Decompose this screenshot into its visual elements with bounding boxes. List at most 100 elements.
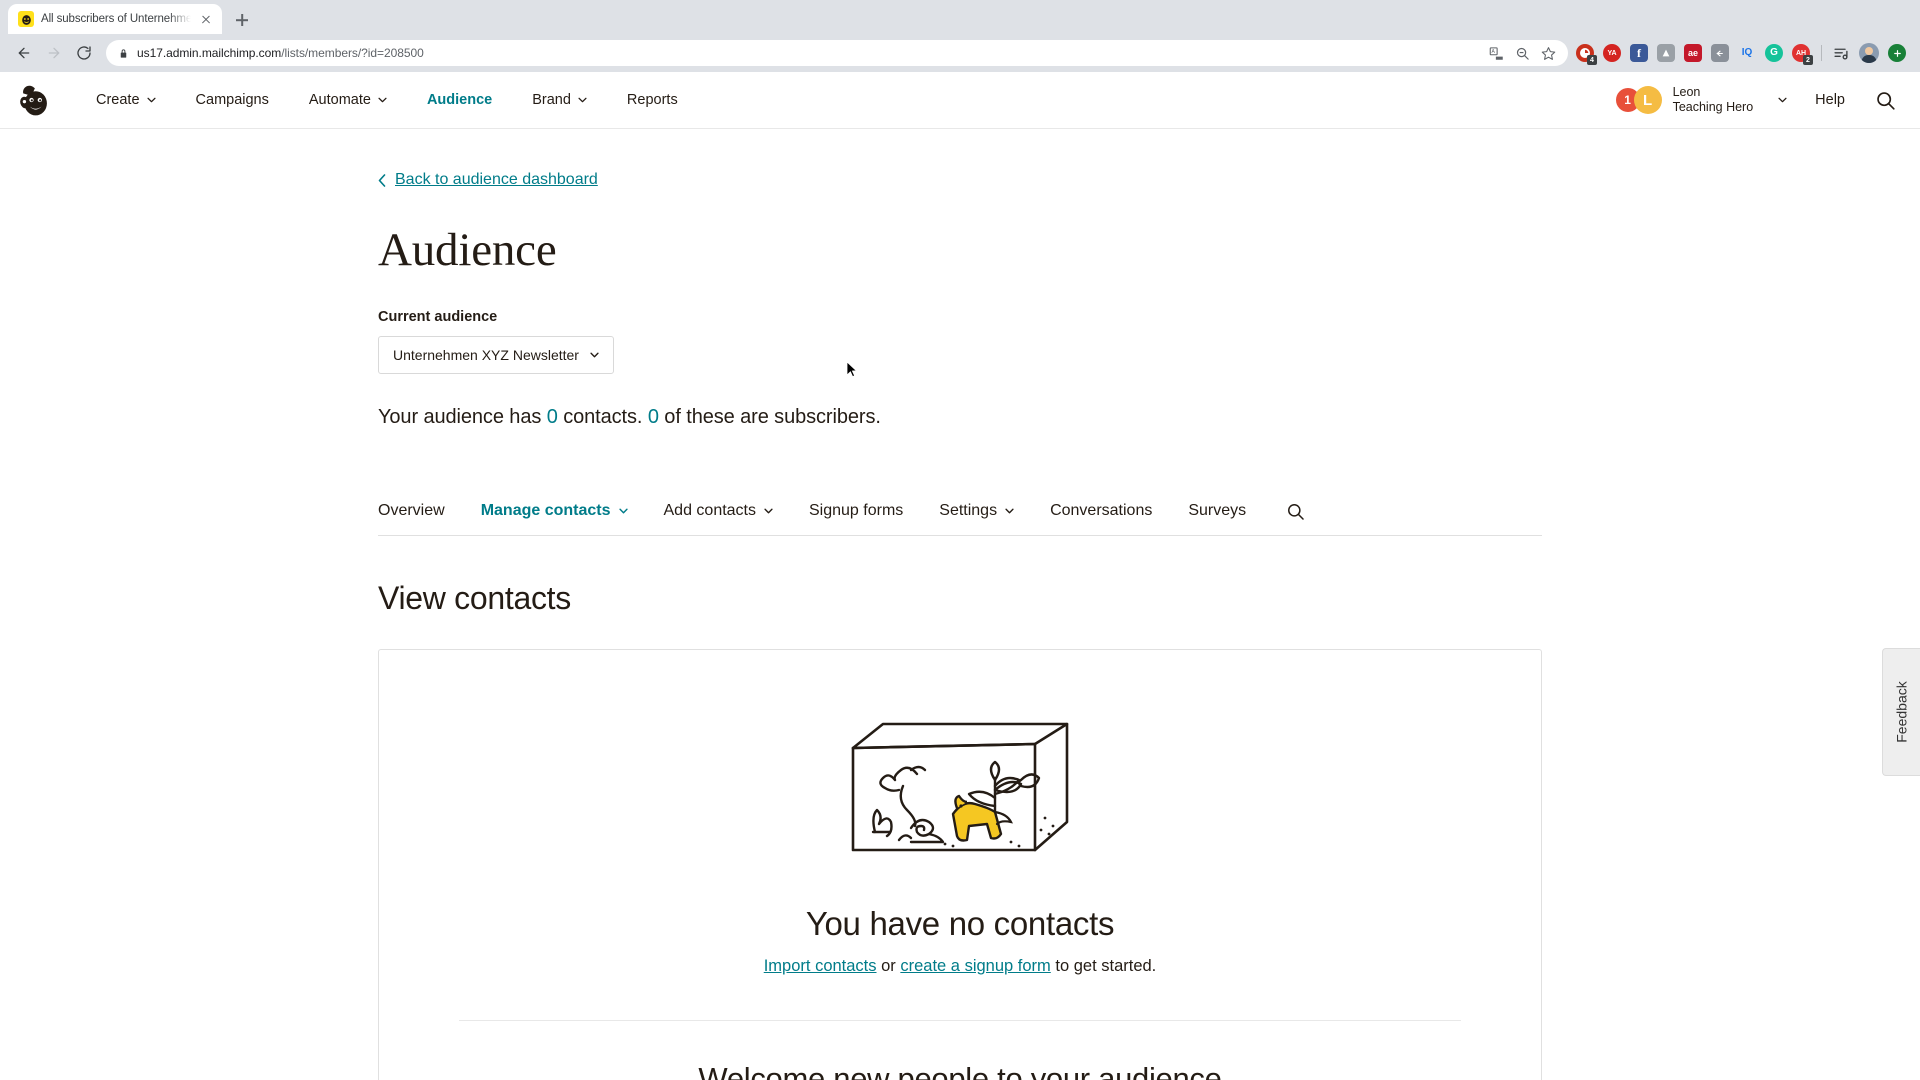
facebook-pixel-icon[interactable]: f — [1630, 44, 1648, 62]
tab-conversations[interactable]: Conversations — [1032, 502, 1170, 520]
tab-label: Overview — [378, 502, 445, 519]
yandex-icon[interactable]: YA — [1603, 44, 1621, 62]
browser-chrome: All subscribers of Unternehme us17.admin… — [0, 0, 1920, 72]
tab-label: Surveys — [1188, 502, 1247, 519]
toolbar-divider — [1821, 45, 1822, 61]
avatar-initial: L — [1633, 86, 1662, 114]
reload-icon[interactable] — [70, 39, 98, 67]
create-signup-form-link[interactable]: create a signup form — [900, 957, 1050, 975]
nav-label: Reports — [626, 92, 678, 108]
tab-label: Conversations — [1050, 502, 1153, 519]
chevron-down-icon — [146, 97, 156, 103]
nav-item-brand[interactable]: Brand — [512, 92, 607, 108]
back-arrow-icon[interactable] — [10, 39, 38, 67]
mailchimp-main-nav: Create Campaigns Automate Audience Brand… — [76, 92, 698, 108]
url-host: us17.admin.mailchimp.com — [137, 46, 282, 60]
nav-item-audience[interactable]: Audience — [407, 92, 512, 108]
content-column: Back to audience dashboard Audience Curr… — [378, 129, 1542, 1080]
iq-extension-icon[interactable]: IQ — [1738, 44, 1756, 62]
audience-tabs: Overview Manage contacts Add contacts Si… — [378, 502, 1542, 536]
close-icon[interactable] — [198, 11, 214, 27]
pocket-extension-icon[interactable] — [1711, 44, 1729, 62]
tab-label: Settings — [939, 502, 998, 519]
tab-label: Signup forms — [809, 502, 904, 519]
stats-prefix: Your audience has — [378, 405, 547, 428]
page-title: Audience — [378, 223, 557, 276]
forward-arrow-icon[interactable] — [40, 39, 68, 67]
ahrefs-extension-icon[interactable]: AH 2 — [1792, 44, 1813, 65]
new-tab-button[interactable] — [228, 6, 256, 34]
chevron-down-icon — [1778, 97, 1787, 103]
browser-tab[interactable]: All subscribers of Unternehme — [8, 4, 222, 34]
account-names: Leon Teaching Hero — [1673, 85, 1754, 115]
tab-label: Manage contacts — [480, 502, 611, 519]
import-contacts-link[interactable]: Import contacts — [764, 957, 877, 975]
browser-tabstrip: All subscribers of Unternehme — [0, 0, 1920, 34]
reading-list-icon[interactable] — [1833, 45, 1850, 62]
page-body: Back to audience dashboard Audience Curr… — [0, 129, 1920, 1080]
stats-suffix: of these are subscribers. — [658, 405, 881, 428]
current-audience-label: Current audience — [378, 308, 498, 325]
extensions-row: 4 YA f ae IQ G AH 2 — [1576, 43, 1910, 65]
tab-settings[interactable]: Settings — [921, 502, 1032, 520]
avatar: 1 L — [1615, 86, 1662, 114]
translate-icon[interactable]: A — [1489, 46, 1504, 61]
welcome-section-title: Welcome new people to your audience — [698, 1060, 1222, 1080]
tab-add-contacts[interactable]: Add contacts — [646, 502, 792, 520]
adobe-extension-icon[interactable]: ae — [1684, 44, 1702, 62]
nav-item-campaigns[interactable]: Campaigns — [176, 92, 289, 108]
omnibox-actions: A — [1489, 46, 1556, 61]
tab-signup-forms[interactable]: Signup forms — [791, 502, 921, 520]
nav-item-automate[interactable]: Automate — [289, 92, 407, 108]
feedback-label: Feedback — [1893, 681, 1910, 743]
grey-extension-icon[interactable] — [1657, 44, 1675, 62]
chevron-down-icon — [618, 508, 628, 514]
browser-tab-title: All subscribers of Unternehme — [41, 13, 191, 25]
empty-state-card: You have no contacts Import contacts or … — [378, 648, 1542, 1080]
extension-badge: 4 — [1587, 55, 1597, 65]
url-path: /lists/members/?id=208500 — [281, 46, 424, 60]
lock-icon — [118, 47, 129, 60]
chevron-down-icon — [1005, 508, 1014, 514]
svg-text:A: A — [1492, 48, 1496, 54]
nav-label: Campaigns — [195, 92, 269, 108]
tab-overview[interactable]: Overview — [378, 502, 463, 520]
empty-state-subtitle: Import contacts or create a signup form … — [419, 957, 1501, 976]
mailchimp-header: Create Campaigns Automate Audience Brand… — [0, 72, 1920, 129]
back-to-audience-dashboard-link[interactable]: Back to audience dashboard — [378, 171, 598, 189]
mailchimp-freddie-logo[interactable] — [14, 80, 54, 120]
help-link[interactable]: Help — [1815, 92, 1845, 108]
nav-label: Automate — [308, 92, 371, 108]
bookmark-star-icon[interactable] — [1541, 46, 1556, 61]
section-title: View contacts — [378, 579, 571, 616]
tab-surveys[interactable]: Surveys — [1170, 502, 1264, 520]
profile-avatar-icon[interactable] — [1859, 43, 1879, 63]
back-link-label: Back to audience dashboard — [395, 171, 598, 188]
empty-state-title: You have no contacts — [805, 904, 1115, 942]
chevron-left-icon — [378, 173, 386, 187]
ublock-origin-icon[interactable]: 4 — [1576, 44, 1597, 65]
account-second-line: Teaching Hero — [1672, 100, 1754, 114]
tab-label: Add contacts — [663, 502, 757, 519]
audience-select[interactable]: Unternehmen XYZ Newsletter — [378, 335, 614, 374]
account-menu[interactable]: 1 L Leon Teaching Hero — [1615, 85, 1788, 115]
grammarly-icon[interactable]: G — [1765, 44, 1783, 62]
tab-manage-contacts[interactable]: Manage contacts — [463, 502, 646, 520]
feedback-tab[interactable]: Feedback — [1882, 648, 1920, 776]
search-icon[interactable] — [1875, 90, 1896, 111]
chrome-menu-icon[interactable] — [1888, 44, 1906, 62]
mailchimp-favicon — [18, 11, 34, 27]
nav-item-reports[interactable]: Reports — [607, 92, 698, 108]
account-first-line: Leon — [1672, 85, 1701, 99]
zoom-icon[interactable] — [1515, 46, 1530, 61]
chevron-down-icon — [578, 97, 587, 103]
url-bar[interactable]: us17.admin.mailchimp.com/lists/members/?… — [106, 40, 1568, 66]
subscribers-count: 0 — [647, 405, 659, 428]
audience-select-value: Unternehmen XYZ Newsletter — [393, 346, 579, 363]
terrarium-illustration — [851, 722, 1069, 851]
card-divider — [459, 1019, 1461, 1021]
nav-label: Create — [96, 92, 140, 108]
nav-item-create[interactable]: Create — [76, 92, 176, 108]
search-icon[interactable] — [1286, 502, 1305, 521]
chevron-down-icon — [764, 508, 773, 514]
